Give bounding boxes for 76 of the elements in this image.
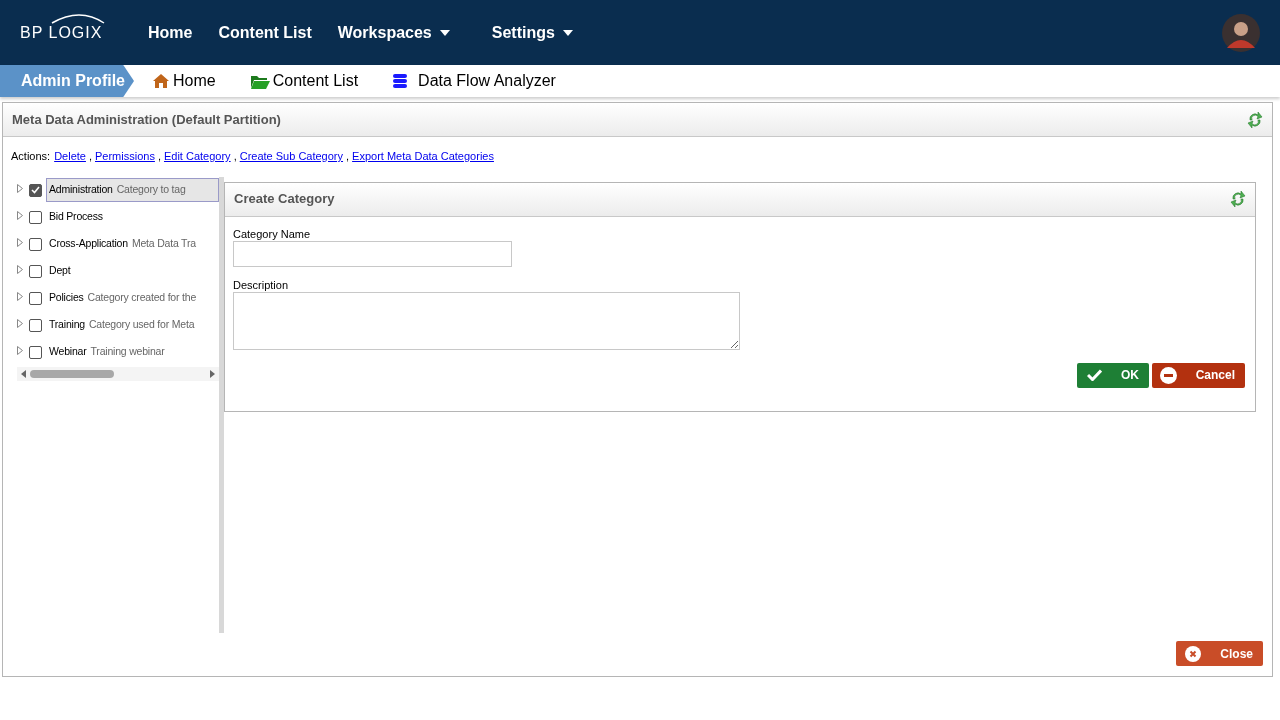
cancel-button[interactable]: Cancel [1152, 362, 1245, 388]
category-name: Policies [49, 290, 84, 306]
tree-item[interactable]: Training Category used for Meta [46, 313, 219, 337]
action-link[interactable]: Permissions [95, 148, 155, 165]
category-name: Dept [49, 263, 71, 279]
caret-icon [439, 29, 450, 36]
separator-comma: , [346, 149, 350, 164]
category-description: Category created for the [87, 290, 197, 306]
caret-icon [562, 29, 573, 36]
breadcrumb-link[interactable]: Data Flow Analyzer [392, 69, 556, 93]
category-description: Meta Data Tra [131, 236, 196, 252]
category-name-field[interactable] [233, 240, 512, 267]
nav-link[interactable]: Content List [218, 20, 312, 45]
avatar[interactable] [1222, 13, 1260, 52]
check-icon [1087, 369, 1102, 381]
refresh-icon[interactable] [1230, 190, 1246, 208]
refresh-icon[interactable] [1247, 110, 1263, 129]
expand-arrow-icon[interactable] [17, 318, 23, 328]
action-link[interactable]: Edit Category [163, 148, 231, 165]
expand-arrow-icon[interactable] [17, 210, 23, 220]
separator-comma: , [88, 149, 92, 164]
category-description: Category used for Meta [88, 317, 195, 333]
minus-circle-icon [1160, 366, 1177, 384]
expand-arrow-icon[interactable] [17, 183, 23, 193]
checkbox[interactable] [29, 237, 42, 251]
checkbox[interactable] [29, 318, 42, 332]
breadcrumb-link[interactable]: Home [152, 69, 216, 93]
nav-link[interactable]: Settings [491, 20, 589, 45]
expand-arrow-icon[interactable] [17, 291, 23, 301]
checkbox[interactable] [29, 345, 42, 359]
action-link[interactable]: Create Sub Category [239, 148, 344, 165]
close-icon [1185, 645, 1201, 662]
category-name: Webinar [49, 344, 87, 360]
category-description: Training webinar [90, 344, 165, 360]
folder-icon [249, 73, 270, 89]
checkbox[interactable] [29, 264, 42, 278]
expand-arrow-icon[interactable] [17, 237, 23, 247]
breadcrumb-link[interactable]: Content List [249, 69, 359, 93]
check-icon [31, 186, 40, 194]
field-label: Description [233, 278, 290, 292]
checkbox[interactable] [29, 291, 42, 305]
scroll-left-icon[interactable] [21, 369, 26, 378]
logo[interactable]: BP LOGIX [20, 20, 103, 45]
category-name: Bid Process [49, 209, 103, 225]
tree-item[interactable]: Dept [46, 259, 219, 283]
ok-button[interactable]: OK [1077, 362, 1149, 388]
scroll-thumb[interactable] [30, 369, 114, 378]
category-name: Administration [49, 182, 113, 198]
tree-item[interactable]: Webinar Training webinar [46, 340, 219, 364]
nav-link[interactable]: Workspaces [337, 20, 466, 45]
actions-label: Actions: [11, 149, 51, 164]
field-label: Category Name [233, 227, 312, 241]
category-name: Training [49, 317, 85, 333]
card-title: Create Category [234, 190, 335, 209]
tree-item[interactable]: Bid Process [46, 205, 219, 229]
category-description: Category to tag [116, 182, 186, 198]
checkbox[interactable] [29, 210, 42, 224]
action-link[interactable]: Delete [54, 148, 86, 165]
action-link[interactable]: Export Meta Data Categories [352, 148, 494, 165]
tree-item[interactable]: Policies Category created for the [46, 286, 219, 310]
expand-arrow-icon[interactable] [17, 345, 23, 355]
close-button[interactable]: Close [1176, 641, 1263, 666]
tree-item[interactable]: Cross-Application Meta Data Tra [46, 232, 219, 256]
tree-item[interactable]: Administration Category to tag [46, 178, 219, 202]
nav-link[interactable]: Home [148, 20, 193, 45]
category-name: Cross-Application [49, 236, 128, 252]
checkbox[interactable] [29, 183, 42, 197]
scroll-right-icon[interactable] [210, 369, 215, 378]
separator-comma: , [233, 149, 237, 164]
panel-title: Meta Data Administration (Default Partition) [12, 110, 281, 129]
house-icon [152, 73, 170, 89]
expand-arrow-icon[interactable] [17, 264, 23, 274]
description-field[interactable] [233, 291, 740, 350]
separator-comma: , [157, 149, 161, 164]
database-icon [392, 73, 409, 89]
horizontal-scrollbar[interactable] [17, 366, 219, 381]
